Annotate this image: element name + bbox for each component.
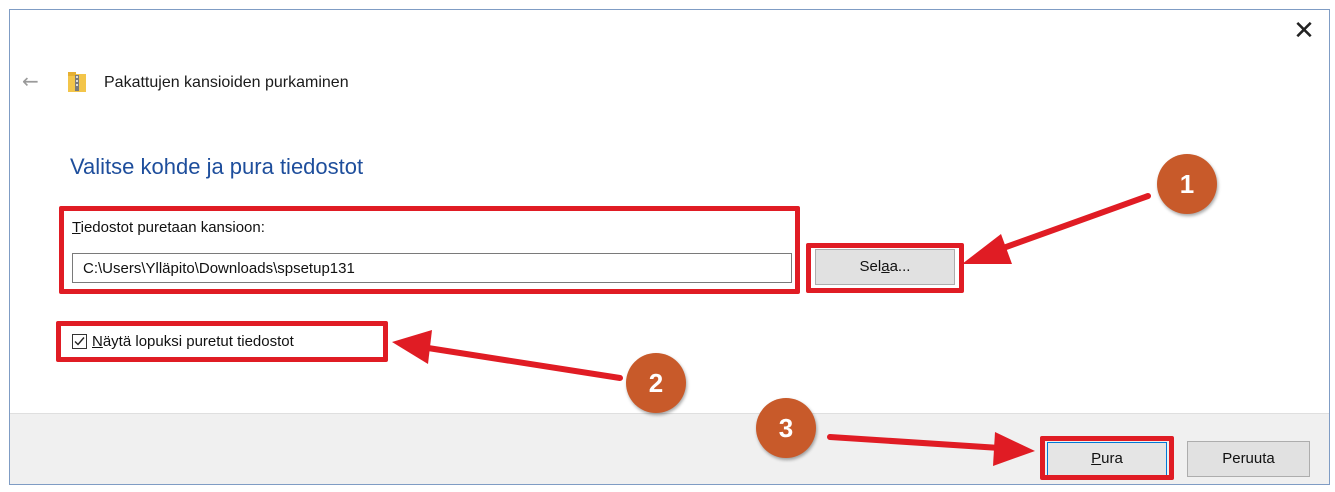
step-badge-2: 2 (626, 353, 686, 413)
step-badge-3: 3 (756, 398, 816, 458)
arrow-2 (392, 330, 623, 381)
annotation-arrows (392, 193, 1151, 466)
step-badge-1: 1 (1157, 154, 1217, 214)
arrow-1 (962, 193, 1151, 264)
arrow-3 (827, 432, 1035, 466)
